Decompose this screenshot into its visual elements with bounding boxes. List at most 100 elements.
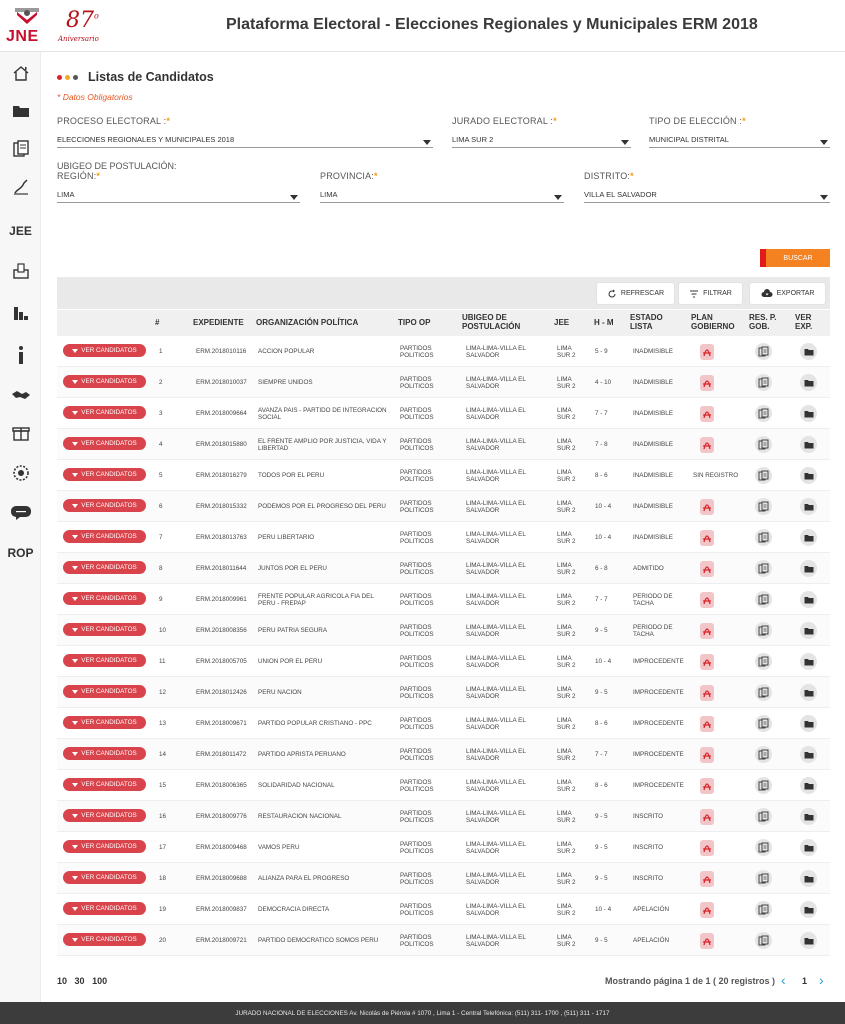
ver-candidatos-button[interactable]: VER CANDIDATOS bbox=[63, 840, 146, 853]
sidebar-item-chat[interactable] bbox=[0, 498, 41, 528]
ver-candidatos-button[interactable]: VER CANDIDATOS bbox=[63, 344, 146, 357]
ver-candidatos-button[interactable]: VER CANDIDATOS bbox=[63, 406, 146, 419]
pdf-icon[interactable] bbox=[698, 436, 715, 453]
ver-candidatos-button[interactable]: VER CANDIDATOS bbox=[63, 592, 146, 605]
ver-candidatos-button[interactable]: VER CANDIDATOS bbox=[63, 933, 146, 946]
pdf-icon[interactable] bbox=[698, 622, 715, 639]
pdf-icon[interactable] bbox=[698, 591, 715, 608]
folder-icon[interactable] bbox=[800, 343, 817, 360]
ver-candidatos-button[interactable]: VER CANDIDATOS bbox=[63, 778, 146, 791]
pdf-icon[interactable] bbox=[698, 808, 715, 825]
resolution-document-icon[interactable] bbox=[755, 777, 772, 794]
sidebar-item-documents[interactable] bbox=[0, 134, 41, 164]
next-page-icon[interactable]: › bbox=[819, 972, 824, 988]
sidebar-item-jee[interactable]: JEE bbox=[0, 216, 41, 246]
resolution-document-icon[interactable] bbox=[755, 653, 772, 670]
resolution-document-icon[interactable] bbox=[755, 405, 772, 422]
sidebar-item-gift[interactable] bbox=[0, 418, 41, 448]
folder-icon[interactable] bbox=[800, 374, 817, 391]
resolution-document-icon[interactable] bbox=[755, 808, 772, 825]
jurado-electoral-select[interactable]: JURADO ELECTORAL :* LIMA SUR 2 bbox=[452, 116, 631, 148]
ver-candidatos-button[interactable]: VER CANDIDATOS bbox=[63, 716, 146, 729]
pdf-icon[interactable] bbox=[698, 374, 715, 391]
resolution-document-icon[interactable] bbox=[755, 560, 772, 577]
pdf-icon[interactable] bbox=[698, 684, 715, 701]
pdf-icon[interactable] bbox=[698, 498, 715, 515]
pdf-icon[interactable] bbox=[698, 932, 715, 949]
refrescar-button[interactable]: REFRESCAR bbox=[597, 283, 674, 304]
filtrar-button[interactable]: FILTRAR bbox=[679, 283, 742, 304]
folder-icon[interactable] bbox=[800, 746, 817, 763]
resolution-document-icon[interactable] bbox=[755, 901, 772, 918]
resolution-document-icon[interactable] bbox=[755, 343, 772, 360]
folder-icon[interactable] bbox=[800, 932, 817, 949]
resolution-document-icon[interactable] bbox=[755, 498, 772, 515]
folder-icon[interactable] bbox=[800, 901, 817, 918]
sidebar-item-folder[interactable] bbox=[0, 96, 41, 126]
current-page-number[interactable]: 1 bbox=[802, 976, 807, 986]
folder-icon[interactable] bbox=[800, 591, 817, 608]
folder-icon[interactable] bbox=[800, 870, 817, 887]
folder-icon[interactable] bbox=[800, 777, 817, 794]
tipo-eleccion-select[interactable]: TIPO DE ELECCIÓN :* MUNICIPAL DISTRITAL bbox=[649, 116, 830, 148]
sidebar-item-statistics[interactable] bbox=[0, 298, 41, 328]
resolution-document-icon[interactable] bbox=[755, 374, 772, 391]
ver-candidatos-button[interactable]: VER CANDIDATOS bbox=[63, 499, 146, 512]
pdf-icon[interactable] bbox=[698, 870, 715, 887]
resolution-document-icon[interactable] bbox=[755, 870, 772, 887]
pdf-icon[interactable] bbox=[698, 901, 715, 918]
resolution-document-icon[interactable] bbox=[755, 839, 772, 856]
pdf-icon[interactable] bbox=[698, 343, 715, 360]
folder-icon[interactable] bbox=[800, 839, 817, 856]
sidebar-item-globe[interactable] bbox=[0, 458, 41, 488]
folder-icon[interactable] bbox=[800, 684, 817, 701]
resolution-document-icon[interactable] bbox=[755, 684, 772, 701]
page-size-30[interactable]: 30 bbox=[75, 976, 85, 986]
provincia-select[interactable]: PROVINCIA:* LIMA bbox=[320, 171, 564, 203]
resolution-document-icon[interactable] bbox=[755, 622, 772, 639]
folder-icon[interactable] bbox=[800, 715, 817, 732]
folder-icon[interactable] bbox=[800, 405, 817, 422]
ver-candidatos-button[interactable]: VER CANDIDATOS bbox=[63, 437, 146, 450]
pdf-icon[interactable] bbox=[698, 529, 715, 546]
pdf-icon[interactable] bbox=[698, 746, 715, 763]
folder-icon[interactable] bbox=[800, 467, 817, 484]
pdf-icon[interactable] bbox=[698, 653, 715, 670]
resolution-document-icon[interactable] bbox=[755, 932, 772, 949]
sidebar-item-info[interactable] bbox=[0, 340, 41, 370]
ver-candidatos-button[interactable]: VER CANDIDATOS bbox=[63, 375, 146, 388]
pdf-icon[interactable] bbox=[698, 839, 715, 856]
folder-icon[interactable] bbox=[800, 622, 817, 639]
ver-candidatos-button[interactable]: VER CANDIDATOS bbox=[63, 747, 146, 760]
folder-icon[interactable] bbox=[800, 653, 817, 670]
folder-icon[interactable] bbox=[800, 436, 817, 453]
resolution-document-icon[interactable] bbox=[755, 746, 772, 763]
ver-candidatos-button[interactable]: VER CANDIDATOS bbox=[63, 809, 146, 822]
proceso-electoral-select[interactable]: PROCESO ELECTORAL :* ELECCIONES REGIONAL… bbox=[57, 116, 433, 148]
previous-page-icon[interactable]: ‹ bbox=[781, 972, 786, 988]
ver-candidatos-button[interactable]: VER CANDIDATOS bbox=[63, 530, 146, 543]
resolution-document-icon[interactable] bbox=[755, 436, 772, 453]
folder-icon[interactable] bbox=[800, 560, 817, 577]
sidebar-item-handshake[interactable] bbox=[0, 380, 41, 410]
ver-candidatos-button[interactable]: VER CANDIDATOS bbox=[63, 871, 146, 884]
ver-candidatos-button[interactable]: VER CANDIDATOS bbox=[63, 561, 146, 574]
pdf-icon[interactable] bbox=[698, 405, 715, 422]
folder-icon[interactable] bbox=[800, 498, 817, 515]
distrito-select[interactable]: DISTRITO:* VILLA EL SALVADOR bbox=[584, 171, 830, 203]
ver-candidatos-button[interactable]: VER CANDIDATOS bbox=[63, 654, 146, 667]
resolution-document-icon[interactable] bbox=[755, 591, 772, 608]
page-size-100[interactable]: 100 bbox=[92, 976, 107, 986]
exportar-button[interactable]: EXPORTAR bbox=[750, 283, 825, 304]
sidebar-item-rop[interactable]: ROP bbox=[0, 538, 41, 568]
ver-candidatos-button[interactable]: VER CANDIDATOS bbox=[63, 468, 146, 481]
pdf-icon[interactable] bbox=[698, 560, 715, 577]
resolution-document-icon[interactable] bbox=[755, 715, 772, 732]
page-size-10[interactable]: 10 bbox=[57, 976, 67, 986]
sidebar-item-signature[interactable] bbox=[0, 172, 41, 202]
sidebar-item-home[interactable] bbox=[0, 58, 41, 88]
buscar-button[interactable]: BUSCAR bbox=[760, 249, 830, 267]
pdf-icon[interactable] bbox=[698, 777, 715, 794]
folder-icon[interactable] bbox=[800, 529, 817, 546]
ver-candidatos-button[interactable]: VER CANDIDATOS bbox=[63, 685, 146, 698]
